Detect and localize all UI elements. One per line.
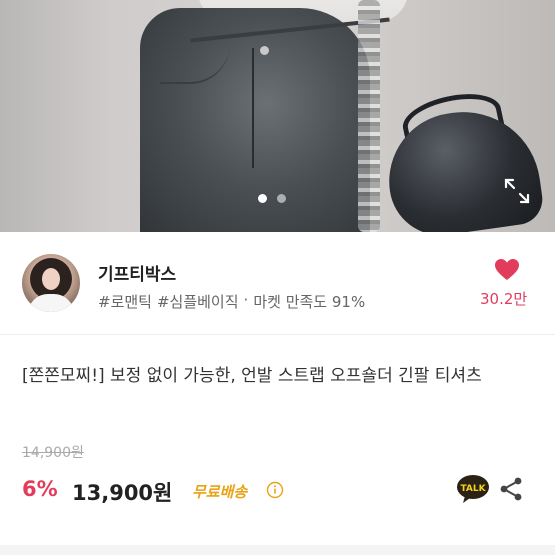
- product-title: [쫀쫀모찌!] 보정 없이 가능한, 언발 스트랩 오프숄더 긴팔 티셔츠: [22, 366, 482, 386]
- info-icon[interactable]: [266, 481, 284, 499]
- shop-satisfaction: 마켓 만족도 91%: [253, 293, 366, 311]
- like-count: 30.2만: [480, 290, 528, 308]
- kakao-talk-icon[interactable]: TALK: [456, 474, 490, 504]
- free-shipping-badge: 무료배송: [192, 483, 248, 501]
- shop-tag: #로맨틱: [98, 293, 152, 311]
- photo-chain: [358, 0, 380, 232]
- shop-tags: #로맨틱 #심플베이직 · 마켓 만족도 91%: [98, 291, 365, 312]
- slide-dot-active[interactable]: [258, 194, 267, 203]
- heart-icon[interactable]: [494, 258, 520, 282]
- tag-separator: ·: [243, 291, 249, 309]
- slide-indicator: [258, 194, 286, 203]
- photo-jeans: [140, 8, 390, 232]
- discount-rate: 6%: [22, 477, 58, 501]
- sale-price: 13,900원: [72, 481, 173, 505]
- talk-label: TALK: [460, 484, 486, 494]
- shop-tag: #심플베이직: [156, 293, 239, 311]
- section-divider: [0, 545, 555, 555]
- shop-name[interactable]: 기프티박스: [98, 260, 176, 285]
- share-icon[interactable]: [498, 476, 524, 502]
- shop-avatar[interactable]: [22, 254, 80, 312]
- slide-dot[interactable]: [277, 194, 286, 203]
- product-photo[interactable]: [0, 0, 555, 232]
- shop-info[interactable]: 기프티박스 #로맨틱 #심플베이직 · 마켓 만족도 91% 30.2만: [0, 232, 555, 335]
- original-price: 14,900원: [22, 445, 84, 461]
- expand-icon[interactable]: [504, 178, 530, 204]
